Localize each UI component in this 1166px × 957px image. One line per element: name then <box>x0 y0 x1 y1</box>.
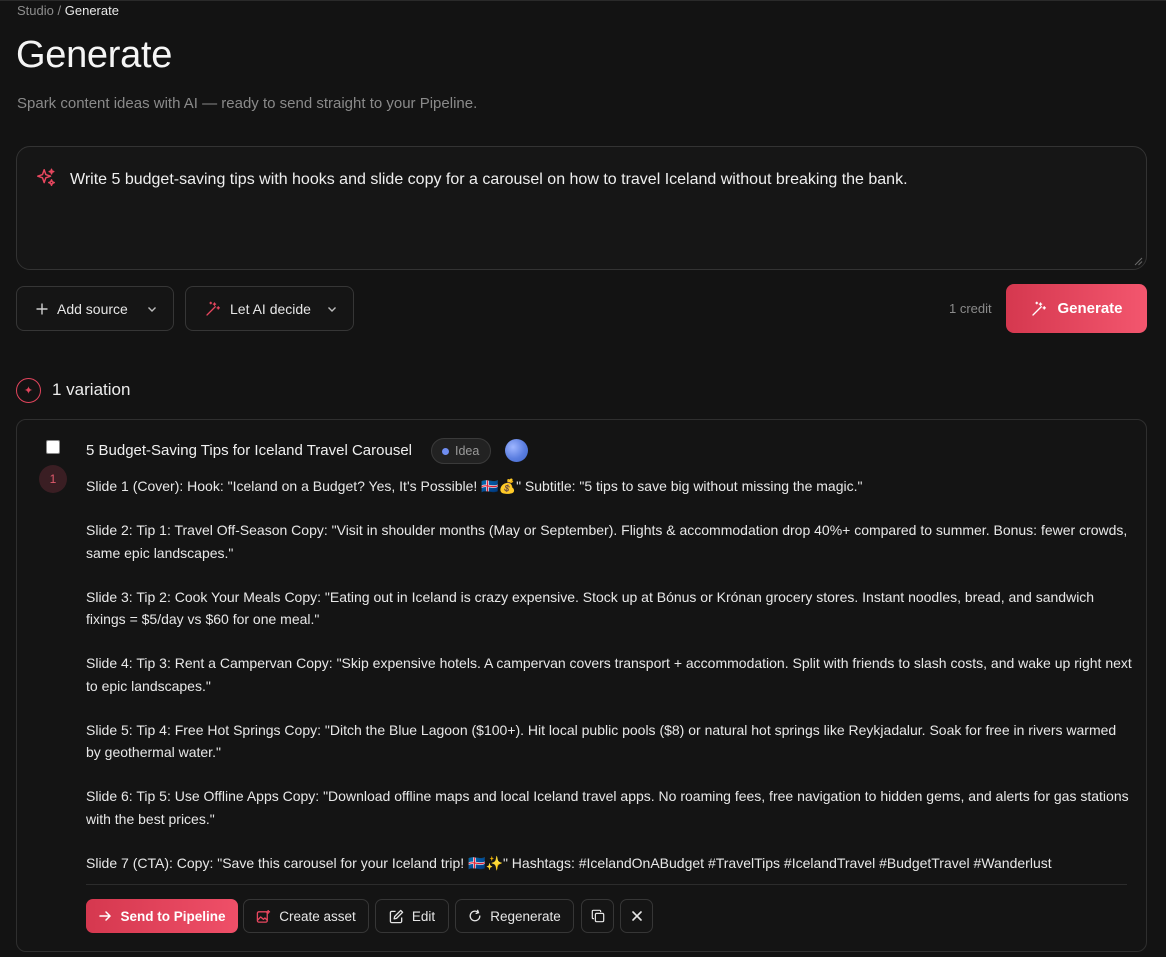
status-badge-label: Idea <box>455 444 480 458</box>
slide-copy: Slide 6: Tip 5: Use Offline Apps Copy: "… <box>86 788 1129 827</box>
close-icon <box>631 910 643 922</box>
let-ai-decide-button[interactable]: Let AI decide <box>185 286 354 331</box>
edit-button[interactable]: Edit <box>375 899 449 933</box>
credit-cost: 1 credit <box>949 301 992 316</box>
slide-copy: Slide 7 (CTA): Copy: "Save this carousel… <box>86 854 1052 871</box>
slide-copy: Slide 5: Tip 4: Free Hot Springs Copy: "… <box>86 721 1117 760</box>
edit-pencil-icon <box>389 909 404 924</box>
arrow-right-icon <box>98 909 112 923</box>
top-border <box>0 0 1166 1</box>
divider <box>86 884 1127 885</box>
magic-wand-icon <box>1030 300 1048 318</box>
create-asset-button[interactable]: Create asset <box>243 899 369 933</box>
status-dot-icon <box>442 447 449 455</box>
edit-label: Edit <box>411 908 436 924</box>
variation-number: 1 <box>39 465 67 493</box>
send-to-pipeline-button[interactable]: Send to Pipeline <box>86 899 238 933</box>
prompt-input[interactable]: Write 5 budget-saving tips with hooks an… <box>16 146 1147 270</box>
slide-copy: Slide 3: Tip 2: Cook Your Meals Copy: "E… <box>86 588 1095 627</box>
resize-handle-icon[interactable] <box>1134 257 1143 266</box>
copy-icon <box>591 909 605 923</box>
breadcrumb-parent[interactable]: Studio <box>17 3 54 18</box>
variation-sparkle-icon: ✦ <box>16 378 41 403</box>
variation-body: Slide 1 (Cover): Hook: "Iceland on a Bud… <box>86 475 1134 896</box>
chevron-down-icon <box>145 302 159 316</box>
avatar <box>505 439 528 462</box>
regenerate-label: Regenerate <box>490 908 561 924</box>
add-source-label: Add source <box>57 300 128 317</box>
send-to-pipeline-label: Send to Pipeline <box>120 908 226 924</box>
status-badge: Idea <box>431 438 492 464</box>
sparkles-icon <box>35 167 57 189</box>
chevron-down-icon <box>325 302 339 316</box>
variation-title: 5 Budget-Saving Tips for Iceland Travel … <box>86 442 413 459</box>
generate-label: Generate <box>1057 300 1123 317</box>
regenerate-button[interactable]: Regenerate <box>455 899 574 933</box>
select-checkbox[interactable] <box>46 440 60 454</box>
slide-copy: Slide 4: Tip 3: Rent a Campervan Copy: "… <box>86 655 1132 694</box>
variation-count: 1 variation <box>52 380 131 399</box>
magic-wand-icon <box>204 300 222 318</box>
copy-button[interactable] <box>581 899 614 933</box>
breadcrumb: Studio / Generate <box>17 3 119 18</box>
let-ai-decide-label: Let AI decide <box>230 300 311 317</box>
variation-card: 1 5 Budget-Saving Tips for Iceland Trave… <box>16 419 1147 952</box>
create-asset-label: Create asset <box>279 908 356 924</box>
generate-button[interactable]: Generate <box>1006 284 1147 333</box>
plus-icon <box>35 302 49 316</box>
page-subtitle: Spark content ideas with AI — ready to s… <box>17 95 478 112</box>
page-title: Generate <box>16 34 173 76</box>
dismiss-button[interactable] <box>620 899 653 933</box>
breadcrumb-current: Generate <box>64 3 119 18</box>
refresh-icon <box>468 909 482 923</box>
add-source-button[interactable]: Add source <box>16 286 174 331</box>
prompt-text[interactable]: Write 5 budget-saving tips with hooks an… <box>70 171 908 189</box>
image-plus-icon <box>256 909 271 924</box>
slide-copy: Slide 1 (Cover): Hook: "Iceland on a Bud… <box>86 478 863 494</box>
slide-copy: Slide 2: Tip 1: Travel Off-Season Copy: … <box>86 522 1128 561</box>
breadcrumb-separator: / <box>57 3 62 18</box>
